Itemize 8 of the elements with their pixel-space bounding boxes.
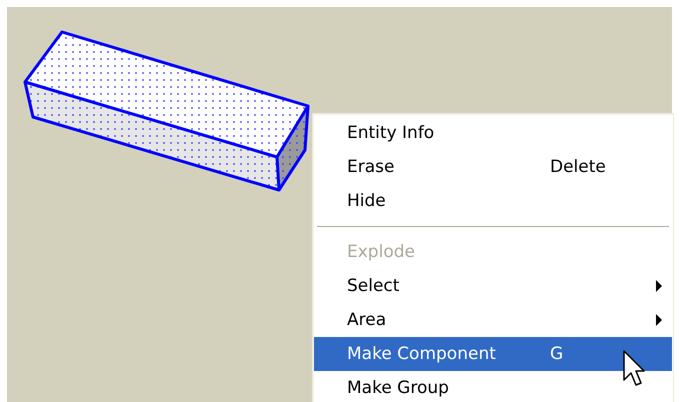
menu-item[interactable]: Select <box>314 269 672 303</box>
menu-item[interactable]: Make Group <box>314 371 672 402</box>
menu-item[interactable]: Hide <box>314 184 672 218</box>
menu-item[interactable]: Area <box>314 303 672 337</box>
menu-item[interactable]: Make Component G <box>314 337 672 371</box>
mouse-pointer-icon <box>623 350 645 386</box>
menu-item[interactable]: Entity Info <box>314 116 672 150</box>
menu-item[interactable]: Erase Delete <box>314 150 672 184</box>
